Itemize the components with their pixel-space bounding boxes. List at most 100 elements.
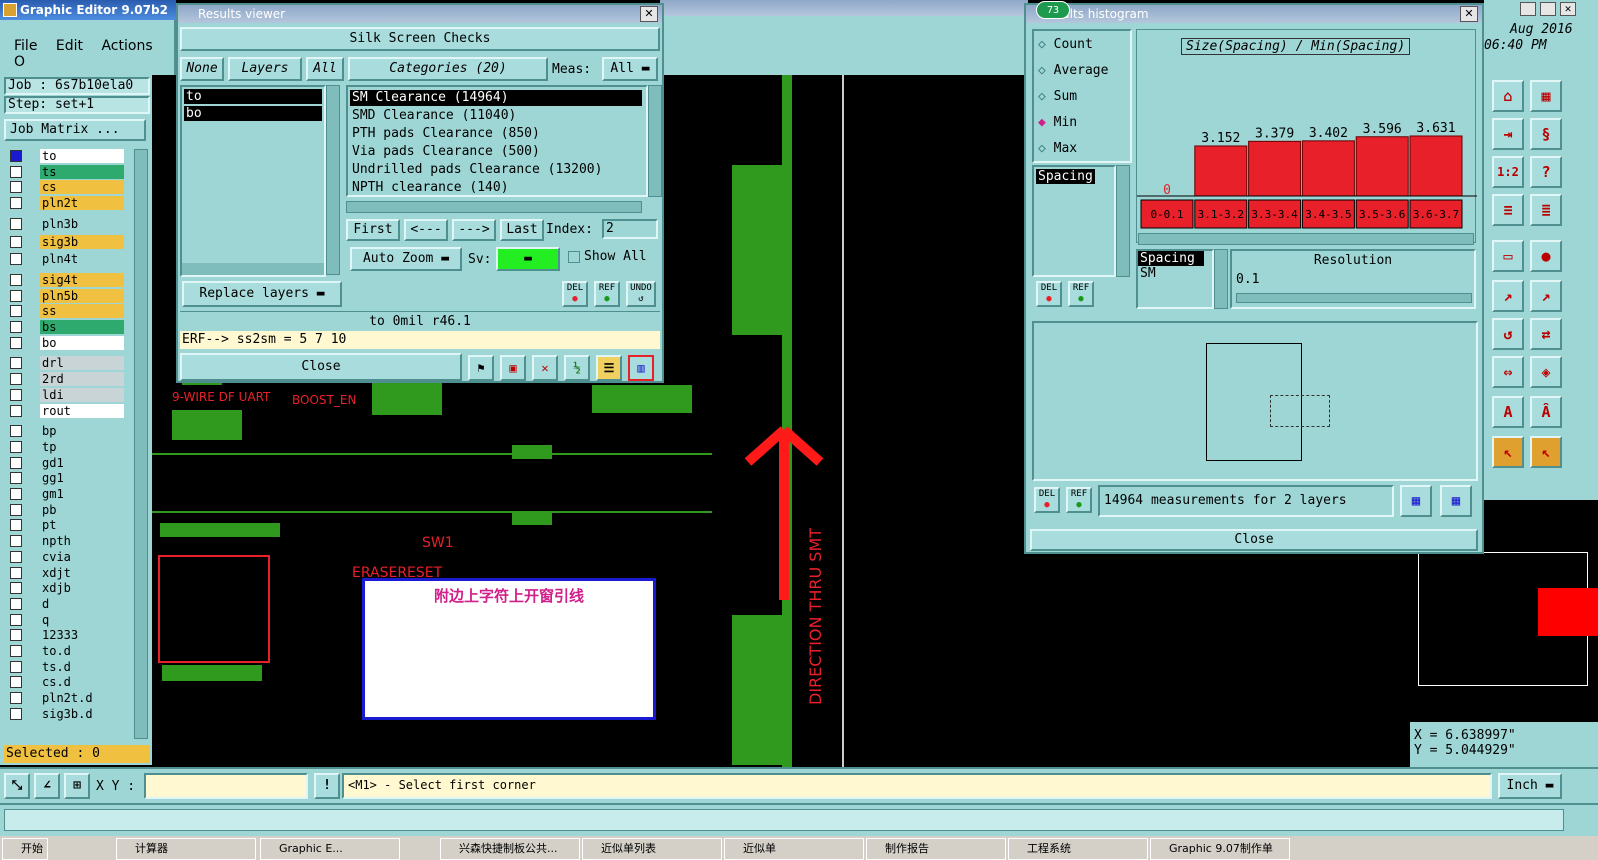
mode-min[interactable]: ◆ Min: [1038, 115, 1077, 130]
mode-sum[interactable]: ◇ Sum: [1038, 89, 1077, 104]
layer-row-drl[interactable]: drl: [10, 356, 124, 371]
xy-input[interactable]: [144, 773, 308, 799]
layer-checkbox[interactable]: [10, 197, 22, 210]
layer-row-gd1[interactable]: gd1: [10, 455, 124, 470]
index-input[interactable]: 2: [602, 219, 658, 239]
hist-del-button[interactable]: DEL ●: [1036, 281, 1062, 307]
layer-row-pb[interactable]: pb: [10, 502, 124, 517]
window-close-icon[interactable]: ✕: [1560, 2, 1576, 16]
alert-icon[interactable]: !: [314, 773, 340, 799]
first-button[interactable]: First: [346, 219, 400, 241]
task-company[interactable]: 兴森快捷制板公共...: [440, 838, 580, 860]
maximize-icon[interactable]: [1540, 2, 1556, 16]
all-button[interactable]: All: [306, 57, 344, 81]
last-button[interactable]: Last: [500, 219, 544, 241]
task-list[interactable]: 近似单列表: [582, 838, 722, 860]
check-item[interactable]: Undrilled pads Clearance (13200): [350, 162, 602, 178]
layer-checkbox[interactable]: [10, 692, 22, 705]
layer-row-sig3b[interactable]: sig3b: [10, 234, 124, 249]
histogram-bar[interactable]: [1409, 135, 1463, 197]
scale-icon[interactable]: 1:2: [1492, 156, 1524, 188]
layer-row-ts.d[interactable]: ts.d: [10, 659, 124, 674]
layer-checkbox[interactable]: [10, 645, 22, 657]
layer-checkbox[interactable]: [10, 519, 22, 532]
layer-item-bo[interactable]: bo: [184, 106, 322, 121]
task-system[interactable]: 工程系统: [1008, 838, 1148, 860]
ruler-icon[interactable]: ▭: [1492, 240, 1524, 272]
task-graphic-sheet[interactable]: Graphic 9.07制作单: [1150, 838, 1290, 860]
layer-listbox-hscroll[interactable]: [182, 263, 324, 275]
layer-row-rout[interactable]: rout: [10, 403, 124, 418]
delete-icon[interactable]: ✕: [532, 355, 558, 381]
auto-zoom-select[interactable]: Auto Zoom ▬: [350, 247, 462, 271]
preview-ref-button[interactable]: REF ●: [1066, 487, 1092, 513]
layer-row-bs[interactable]: bs: [10, 320, 124, 334]
results-close-icon[interactable]: ✕: [640, 6, 658, 22]
layer-row-pln4t[interactable]: pln4t: [10, 252, 124, 267]
layer-checkbox[interactable]: [10, 707, 22, 720]
categories-button[interactable]: Categories (20): [348, 57, 548, 81]
units-select[interactable]: Inch ▬: [1498, 773, 1562, 799]
job-matrix-button[interactable]: Job Matrix ...: [4, 119, 146, 141]
layers-config-icon[interactable]: ≣: [1530, 194, 1562, 226]
check-listbox[interactable]: SM Clearance (14964) SMD Clearance (1104…: [346, 85, 648, 197]
layer-checkbox[interactable]: [10, 404, 22, 417]
ref-button[interactable]: REF ●: [594, 281, 620, 307]
next-button[interactable]: --->: [452, 219, 496, 241]
step-icon[interactable]: ⇥: [1492, 118, 1524, 150]
layer-checkbox[interactable]: [10, 273, 22, 286]
histogram-close-button[interactable]: Close: [1030, 529, 1478, 551]
layer-row-12333[interactable]: 12333: [10, 628, 124, 643]
layer-row-bo[interactable]: bo: [10, 335, 124, 350]
layer-checkbox[interactable]: [10, 357, 22, 370]
layer-row-pt[interactable]: pt: [10, 518, 124, 533]
layer-row-xdjb[interactable]: xdjb: [10, 581, 124, 596]
menu-options[interactable]: O: [14, 54, 25, 70]
note-popup[interactable]: 附边上字符上开窗引线: [362, 578, 656, 720]
task-single[interactable]: 近似单: [724, 838, 864, 860]
layer-row-pln3b[interactable]: pln3b: [10, 216, 124, 231]
check-item[interactable]: NPTH clearance (140): [350, 180, 509, 196]
menu-edit[interactable]: Edit: [56, 38, 83, 54]
task-report[interactable]: 制作报告: [866, 838, 1006, 860]
layer-checkbox[interactable]: [10, 217, 22, 230]
layer-row-to.d[interactable]: to.d: [10, 644, 124, 658]
snap-grid-icon[interactable]: ⊞: [64, 773, 90, 799]
text-icon[interactable]: A: [1492, 396, 1524, 428]
layer-row-q[interactable]: q: [10, 612, 124, 627]
zoom-box-icon[interactable]: ⤡: [4, 773, 30, 799]
flip-icon[interactable]: ⇄: [1530, 318, 1562, 350]
circle-icon[interactable]: ●: [1530, 240, 1562, 272]
mode-max[interactable]: ◇ Max: [1038, 141, 1077, 156]
layer-row-sig3b.d[interactable]: sig3b.d: [10, 706, 124, 721]
menu-actions[interactable]: Actions: [101, 38, 152, 54]
histogram-bar[interactable]: [1301, 140, 1355, 197]
layer-checkbox[interactable]: [10, 613, 22, 626]
flag-icon[interactable]: ⚑: [468, 355, 494, 381]
layer-row-cvia[interactable]: cvia: [10, 549, 124, 564]
spacing-info-scroll[interactable]: [1214, 249, 1228, 309]
layer-row-sig4t[interactable]: sig4t: [10, 272, 124, 287]
layers-button[interactable]: Layers: [228, 57, 302, 81]
layer-checkbox[interactable]: [10, 472, 22, 485]
task-graphic[interactable]: Graphic E...: [260, 838, 400, 860]
layer-checkbox[interactable]: [10, 440, 22, 453]
hist-import-icon[interactable]: ▦: [1440, 485, 1472, 517]
grid-icon[interactable]: ▦: [1530, 80, 1562, 112]
text-edit-icon[interactable]: Â: [1530, 396, 1562, 428]
layer-row-cs.d[interactable]: cs.d: [10, 675, 124, 690]
layer-checkbox[interactable]: [10, 629, 22, 642]
histogram-icon[interactable]: ▥: [628, 355, 654, 381]
home-icon[interactable]: ⌂: [1492, 80, 1524, 112]
layer-item-to[interactable]: to: [184, 89, 322, 104]
mode-count[interactable]: ◇ Count: [1038, 37, 1093, 52]
layer-checkbox[interactable]: [10, 165, 22, 178]
layer-row-pln5b[interactable]: pln5b: [10, 288, 124, 303]
resolution-slider[interactable]: [1236, 293, 1472, 303]
start-button[interactable]: 开始: [2, 838, 48, 860]
hist-export-icon[interactable]: ▦: [1400, 485, 1432, 517]
undo-button[interactable]: UNDO ↺: [626, 281, 656, 307]
measure2-icon[interactable]: ↗: [1530, 280, 1562, 312]
spacing-item[interactable]: Spacing: [1036, 169, 1095, 184]
layer-checkbox[interactable]: [10, 597, 22, 610]
